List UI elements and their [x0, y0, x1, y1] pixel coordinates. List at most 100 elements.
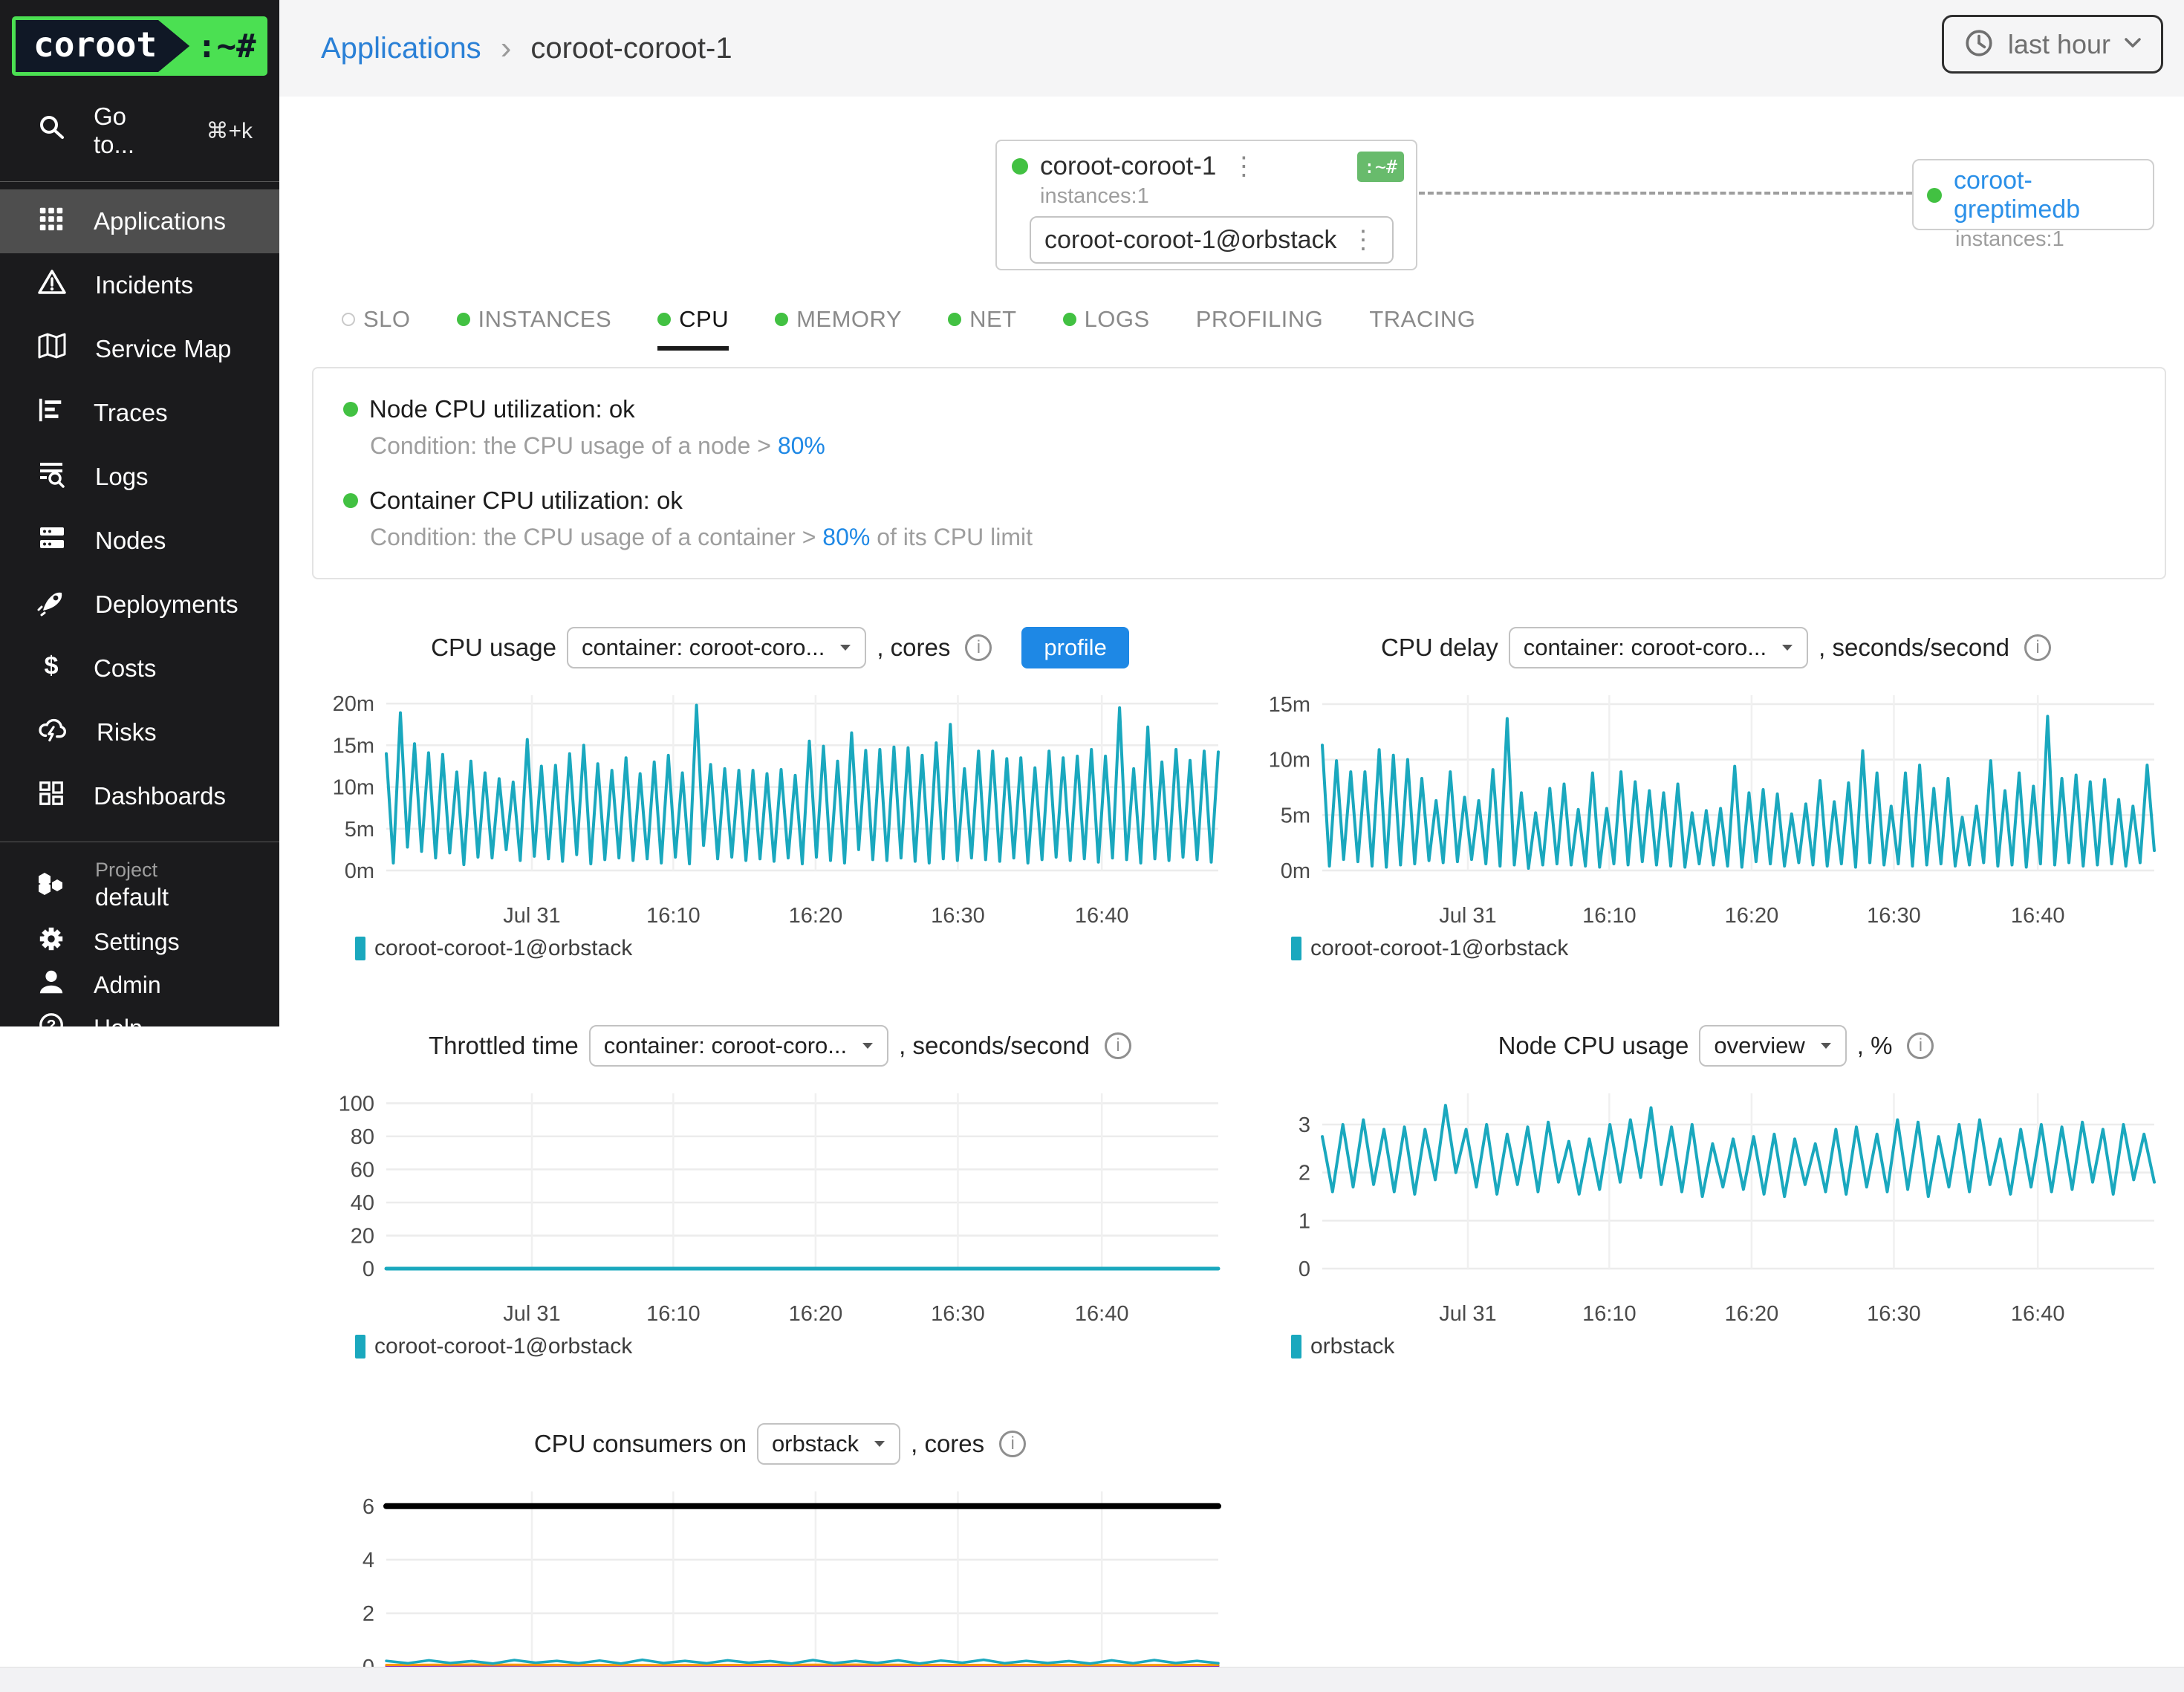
service-node-linked[interactable]: coroot-greptimedb instances:1: [1912, 159, 2154, 230]
sidebar-item-help[interactable]: ? Help: [0, 1006, 279, 1050]
info-icon[interactable]: i: [2024, 634, 2051, 661]
svg-text:1: 1: [1299, 1209, 1310, 1233]
legend-item[interactable]: orbstack: [1291, 1334, 1394, 1359]
sidebar-item-costs[interactable]: $Costs: [0, 637, 279, 700]
status-dot-green: [948, 313, 961, 326]
breadcrumb-separator-icon: ›: [501, 30, 512, 67]
cpu-consumers-plot[interactable]: 0246Jul 3116:1016:2016:3016:40: [312, 1480, 1233, 1692]
tab-profiling[interactable]: PROFILING: [1196, 306, 1324, 351]
svg-text:15m: 15m: [333, 734, 374, 758]
tab-instances[interactable]: INSTANCES: [457, 306, 612, 351]
chart-units: , seconds/second: [1819, 634, 2009, 662]
logo[interactable]: coroot :~#: [0, 0, 279, 83]
sidebar-item-incidents[interactable]: Incidents: [0, 253, 279, 317]
svg-text:40: 40: [351, 1191, 374, 1215]
tab-logs[interactable]: LOGS: [1063, 306, 1150, 351]
legend-label: coroot-coroot-1@orbstack: [374, 936, 632, 961]
cpu-usage-plot[interactable]: 0m5m10m15m20mJul 3116:1016:2016:3016:40: [312, 683, 1233, 928]
legend-label: orbstack: [1310, 1334, 1394, 1359]
goto-search[interactable]: Go to... ⌘+k: [0, 83, 279, 178]
sidebar-item-settings[interactable]: Settings: [0, 920, 279, 963]
kebab-menu-icon[interactable]: ⋮: [1228, 152, 1259, 181]
cpu-delay-plot[interactable]: 0m5m10m15mJul 3116:1016:2016:3016:40: [1248, 683, 2169, 928]
page: coroot :~# Go to... ⌘+k ApplicationsInci…: [0, 0, 2184, 1692]
legend-item[interactable]: coroot-coroot-1@orbstack: [355, 1334, 632, 1359]
chart-units: , %: [1857, 1032, 1893, 1060]
sidebar-item-dashboards[interactable]: Dashboards: [0, 764, 279, 828]
container-select[interactable]: container: coroot-coro...: [589, 1025, 888, 1067]
time-range-picker[interactable]: last hour: [1942, 15, 2163, 74]
tab-slo[interactable]: SLO: [342, 306, 411, 351]
sidebar-item-label: Traces: [94, 399, 168, 427]
check-condition: Condition: the CPU usage of a container …: [370, 524, 2135, 551]
tab-label: CPU: [679, 306, 729, 333]
linked-instances-count: instances:1: [1955, 227, 2139, 252]
container-select[interactable]: container: coroot-coro...: [567, 627, 866, 668]
svg-text:20: 20: [351, 1224, 374, 1248]
select-arrow-icon: [874, 1440, 885, 1448]
node-cpu-usage-plot[interactable]: 0123Jul 3116:1016:2016:3016:40: [1248, 1081, 2169, 1327]
sidebar-item-service-map[interactable]: Service Map: [0, 317, 279, 381]
container-select[interactable]: container: coroot-coro...: [1509, 627, 1808, 668]
sidebar-item-deployments[interactable]: Deployments: [0, 573, 279, 637]
dashboard-icon: [37, 779, 65, 813]
breadcrumb: Applications › coroot-coroot-1: [321, 30, 732, 67]
tabs: SLO INSTANCES CPU MEMORY NET LOGS PROFILING TRA…: [342, 306, 2184, 351]
search-icon: [37, 113, 67, 149]
instance-box[interactable]: coroot-coroot-1@orbstack ⋮: [1030, 216, 1394, 264]
node-select[interactable]: orbstack: [757, 1423, 900, 1465]
tab-net[interactable]: NET: [948, 306, 1017, 351]
svg-text:16:10: 16:10: [646, 904, 701, 928]
check-threshold[interactable]: 80%: [778, 432, 825, 459]
sidebar-item-risks[interactable]: Risks: [0, 700, 279, 764]
project-value: default: [95, 883, 169, 911]
legend-item[interactable]: coroot-coroot-1@orbstack: [355, 936, 632, 961]
check-title: Container CPU utilization: ok: [369, 487, 683, 515]
sidebar-item-traces[interactable]: Traces: [0, 381, 279, 445]
service-name: coroot-coroot-1: [1040, 152, 1216, 181]
sidebar-item-logs[interactable]: Logs: [0, 445, 279, 509]
info-icon[interactable]: i: [1105, 1032, 1131, 1059]
svg-text:16:40: 16:40: [2011, 904, 2065, 928]
info-icon[interactable]: i: [965, 634, 992, 661]
tab-memory[interactable]: MEMORY: [775, 306, 902, 351]
svg-text:Jul 31: Jul 31: [1439, 904, 1496, 928]
select-arrow-icon: [862, 1042, 874, 1050]
select-arrow-icon: [1820, 1042, 1832, 1050]
svg-text:16:20: 16:20: [1725, 904, 1779, 928]
status-dot-green: [657, 313, 671, 326]
footer-strip: [0, 1667, 2184, 1692]
sidebar-collapse[interactable]: Collapse: [0, 1050, 279, 1093]
chart-throttled-time: Throttled time container: coroot-coro...…: [312, 1025, 1248, 1359]
select-arrow-icon: [1781, 644, 1793, 651]
svg-text:16:40: 16:40: [1075, 1302, 1129, 1326]
svg-text:16:40: 16:40: [2011, 1302, 2065, 1326]
svg-text:0m: 0m: [1281, 859, 1310, 883]
info-icon[interactable]: i: [999, 1431, 1026, 1457]
sidebar-project[interactable]: Project default: [0, 850, 279, 920]
charts-grid: CPU usage container: coroot-coro... , co…: [312, 627, 2184, 1692]
legend-item[interactable]: coroot-coroot-1@orbstack: [1291, 936, 1568, 961]
info-icon[interactable]: i: [1907, 1032, 1934, 1059]
tab-tracing[interactable]: TRACING: [1369, 306, 1475, 351]
check-title: Node CPU utilization: ok: [369, 395, 635, 423]
check-threshold[interactable]: 80%: [822, 524, 870, 550]
status-dot: [1927, 188, 1942, 203]
svg-text:16:30: 16:30: [931, 1302, 985, 1326]
linked-service-name[interactable]: coroot-greptimedb: [1954, 166, 2139, 224]
sidebar-item-applications[interactable]: Applications: [0, 189, 279, 253]
tab-cpu[interactable]: CPU: [657, 306, 729, 351]
sidebar-item-label: Dashboards: [94, 782, 226, 810]
overview-select[interactable]: overview: [1699, 1025, 1846, 1067]
sidebar-item-nodes[interactable]: Nodes: [0, 509, 279, 573]
kebab-menu-icon[interactable]: ⋮: [1348, 225, 1379, 255]
sidebar-item-admin[interactable]: Admin: [0, 963, 279, 1006]
svg-text:60: 60: [351, 1158, 374, 1182]
svg-text:16:20: 16:20: [789, 1302, 843, 1326]
svg-text:3: 3: [1299, 1113, 1310, 1137]
throttled-time-plot[interactable]: 020406080100Jul 3116:1016:2016:3016:40: [312, 1081, 1233, 1327]
check-condition: Condition: the CPU usage of a node > 80%: [370, 432, 2135, 460]
breadcrumb-applications[interactable]: Applications: [321, 32, 481, 65]
profile-button[interactable]: profile: [1021, 627, 1128, 668]
service-node-main[interactable]: coroot-coroot-1 ⋮ :~# instances:1 coroot…: [995, 140, 1417, 270]
